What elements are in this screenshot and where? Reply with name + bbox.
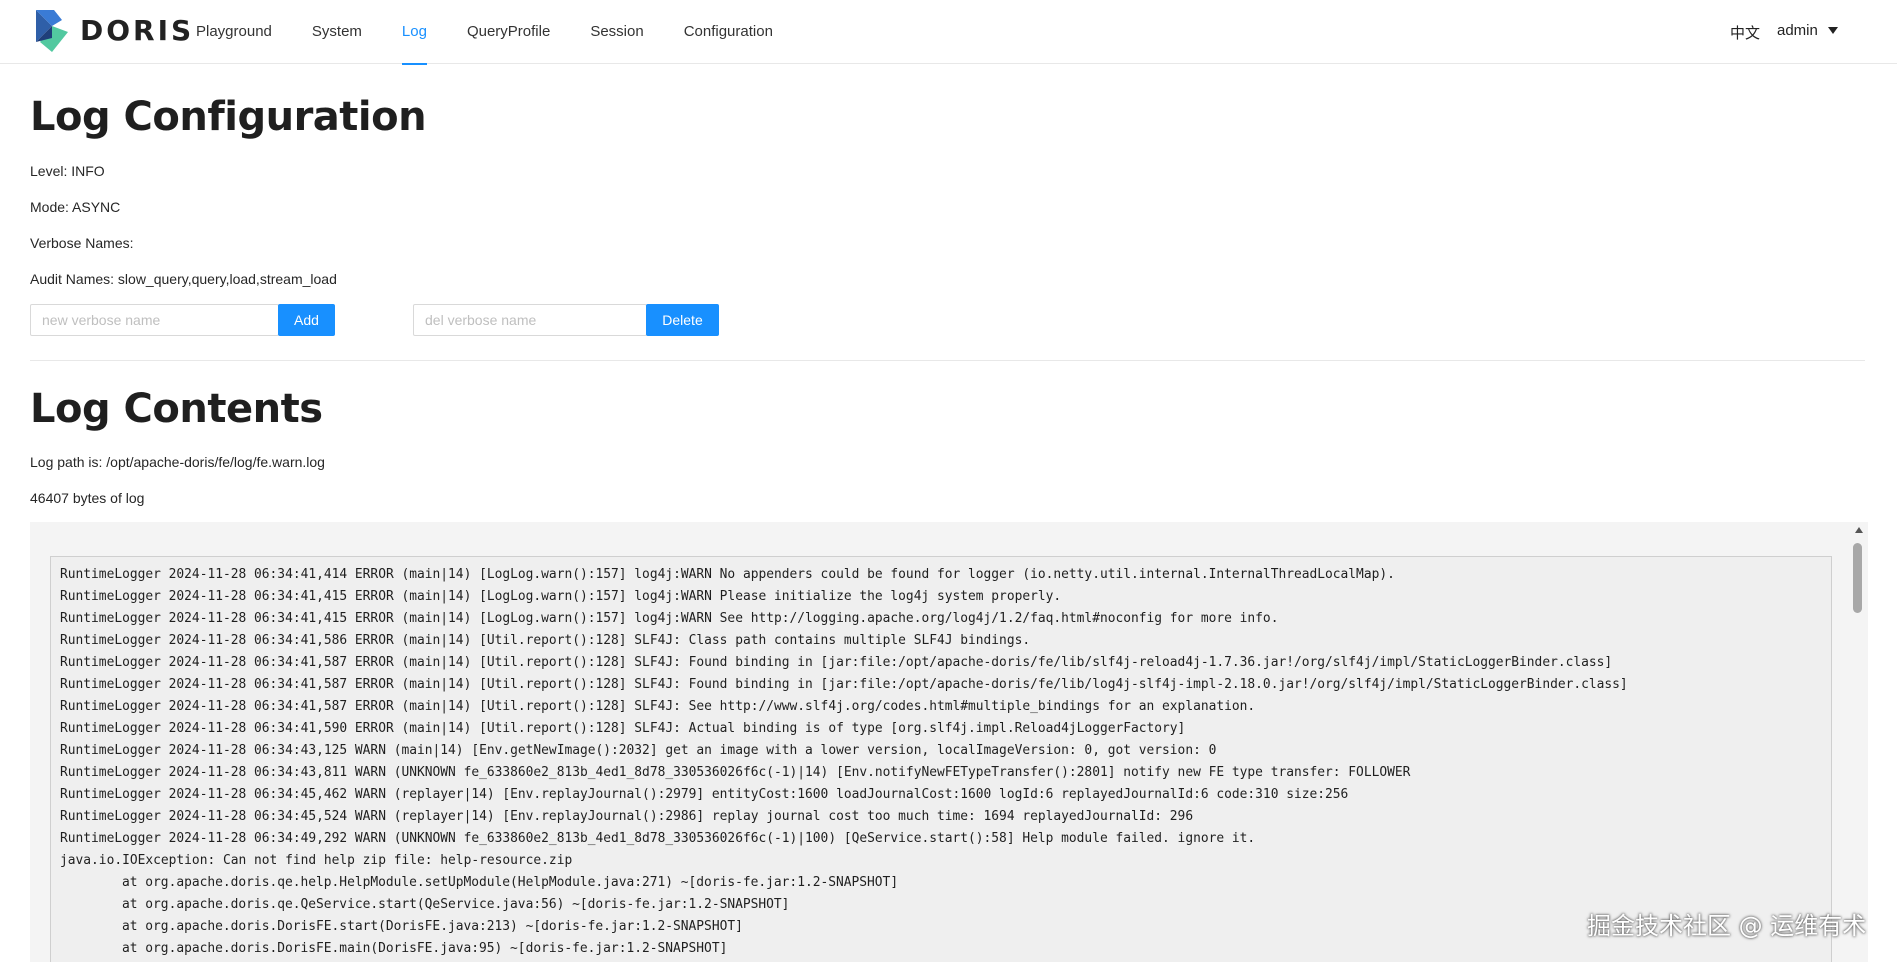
log-line: RuntimeLogger 2024-11-28 06:34:41,415 ER… xyxy=(60,589,1062,604)
user-name: admin xyxy=(1777,22,1818,39)
log-content-box: RuntimeLogger 2024-11-28 06:34:41,414 ER… xyxy=(50,556,1832,962)
log-scroll-container[interactable]: RuntimeLogger 2024-11-28 06:34:41,414 ER… xyxy=(30,522,1868,962)
main-nav: Playground System Log QueryProfile Sessi… xyxy=(176,0,793,65)
nav-queryprofile[interactable]: QueryProfile xyxy=(447,0,570,64)
audit-names: Audit Names: slow_query,query,load,strea… xyxy=(30,271,337,287)
log-size: 46407 bytes of log xyxy=(30,490,145,506)
log-line: RuntimeLogger 2024-11-28 06:34:41,590 ER… xyxy=(60,721,1186,736)
log-line: RuntimeLogger 2024-11-28 06:34:45,462 WA… xyxy=(60,787,1349,802)
scrollbar-thumb[interactable] xyxy=(1853,543,1862,613)
log-line: RuntimeLogger 2024-11-28 06:34:45,524 WA… xyxy=(60,809,1194,824)
watermark-text: 掘金技术社区 @ 运维有术 xyxy=(1587,912,1867,940)
language-switch[interactable]: 中文 xyxy=(1730,22,1760,43)
nav-session[interactable]: Session xyxy=(570,0,663,64)
log-line: RuntimeLogger 2024-11-28 06:34:43,811 WA… xyxy=(60,765,1411,780)
log-line: RuntimeLogger 2024-11-28 06:34:43,125 WA… xyxy=(60,743,1217,758)
verbose-names: Verbose Names: xyxy=(30,235,134,251)
log-line: RuntimeLogger 2024-11-28 06:34:41,587 ER… xyxy=(60,677,1628,692)
scroll-up-arrow-icon[interactable] xyxy=(1855,527,1863,533)
section-divider xyxy=(30,360,1865,361)
caret-down-icon xyxy=(1827,27,1838,34)
log-mode: Mode: ASYNC xyxy=(30,199,121,215)
nav-configuration[interactable]: Configuration xyxy=(664,0,793,64)
log-line: RuntimeLogger 2024-11-28 06:34:49,292 WA… xyxy=(60,831,1256,846)
log-level: Level: INFO xyxy=(30,163,105,179)
nav-system[interactable]: System xyxy=(292,0,382,64)
log-line: at org.apache.doris.qe.help.HelpModule.s… xyxy=(122,875,899,890)
nav-log[interactable]: Log xyxy=(382,0,447,65)
doris-logo-icon[interactable] xyxy=(32,8,72,56)
log-contents-title: Log Contents xyxy=(30,386,323,432)
user-menu[interactable]: admin xyxy=(1777,22,1838,39)
log-line: at org.apache.doris.DorisFE.main(DorisFE… xyxy=(122,941,728,956)
log-path: Log path is: /opt/apache-doris/fe/log/fe… xyxy=(30,454,325,470)
top-nav-bar: DORIS Playground System Log QueryProfile… xyxy=(0,0,1897,65)
nav-playground[interactable]: Playground xyxy=(176,0,292,64)
log-line: at org.apache.doris.DorisFE.start(DorisF… xyxy=(122,919,743,934)
new-verbose-name-input[interactable] xyxy=(30,304,279,336)
log-line: RuntimeLogger 2024-11-28 06:34:41,587 ER… xyxy=(60,655,1613,670)
log-line: java.io.IOException: Can not find help z… xyxy=(60,853,573,868)
add-button[interactable]: Add xyxy=(278,304,335,336)
del-verbose-name-input[interactable] xyxy=(413,304,647,336)
log-line: RuntimeLogger 2024-11-28 06:34:41,415 ER… xyxy=(60,611,1279,626)
log-line: RuntimeLogger 2024-11-28 06:34:41,586 ER… xyxy=(60,633,1031,648)
log-line: at org.apache.doris.qe.QeService.start(Q… xyxy=(122,897,790,912)
log-line: RuntimeLogger 2024-11-28 06:34:41,587 ER… xyxy=(60,699,1256,714)
delete-button[interactable]: Delete xyxy=(646,304,719,336)
log-line: RuntimeLogger 2024-11-28 06:34:41,414 ER… xyxy=(60,567,1395,582)
log-configuration-title: Log Configuration xyxy=(30,94,427,140)
